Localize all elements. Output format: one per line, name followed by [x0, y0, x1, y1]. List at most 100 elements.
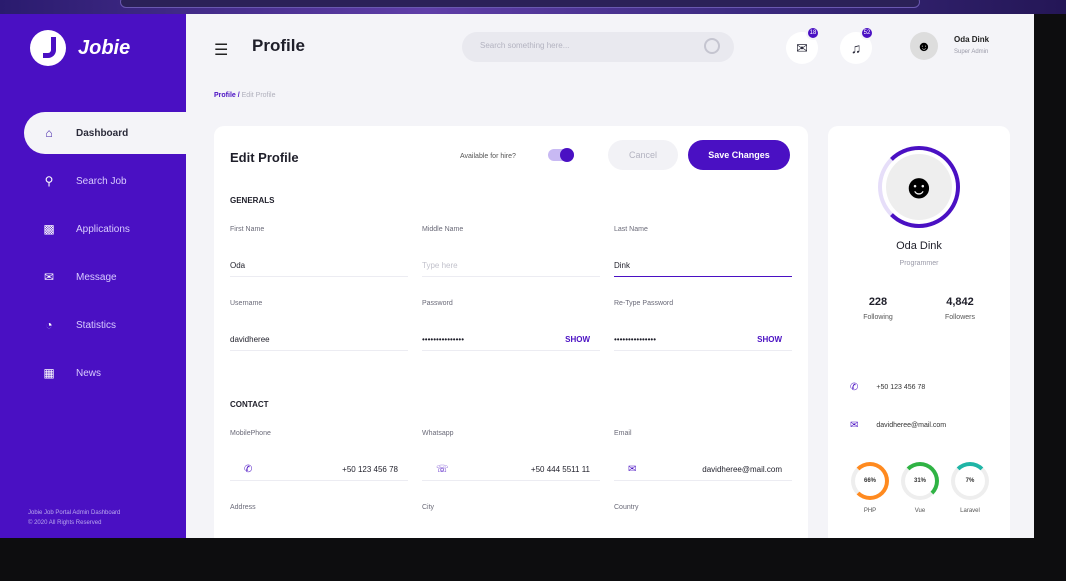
- newspaper-icon: ▦: [43, 366, 55, 380]
- profile-phone: ✆ +50 123 456 78: [850, 382, 925, 393]
- user-name[interactable]: Oda Dink: [954, 35, 989, 44]
- brand[interactable]: Jobie: [30, 30, 130, 66]
- chat-icon: ✉: [43, 270, 55, 284]
- whatsapp-input[interactable]: +50 444 5511 11: [531, 465, 590, 474]
- address-label: Address: [230, 504, 256, 511]
- skill-donut: 66%: [851, 462, 889, 500]
- skill-donut: 31%: [901, 462, 939, 500]
- mobile-input-row[interactable]: ✆ +50 123 456 78: [230, 459, 408, 481]
- skill-laravel: 7% Laravel: [950, 462, 990, 514]
- city-label: City: [422, 504, 435, 511]
- whatsapp-field[interactable]: Whatsapp ☏ +50 444 5511 11: [422, 430, 600, 481]
- profile-phone-value: +50 123 456 78: [876, 384, 926, 391]
- middle-name-field[interactable]: Middle Name Type here: [422, 226, 600, 277]
- sidebar-item-news[interactable]: ▦ News: [24, 352, 186, 394]
- phone-icon: ✆: [850, 382, 859, 393]
- profile-role: Programmer: [899, 260, 939, 267]
- brand-logo-icon: [30, 30, 66, 66]
- search-input[interactable]: Search something here...: [462, 32, 734, 62]
- skill-vue: 31% Vue: [900, 462, 940, 514]
- search-icon[interactable]: [704, 38, 720, 54]
- retype-password-input-row[interactable]: ••••••••••••••• SHOW: [614, 329, 792, 351]
- browser-address-bar[interactable]: [120, 0, 920, 8]
- password-field[interactable]: Password ••••••••••••••• SHOW: [422, 300, 600, 351]
- menu-icon[interactable]: ☰: [214, 40, 228, 60]
- following-count: 228: [868, 296, 888, 308]
- first-name-field[interactable]: First Name Oda: [230, 226, 408, 277]
- sidebar-item-label: Search Job: [76, 175, 127, 187]
- whatsapp-label: Whatsapp: [422, 430, 454, 437]
- sidebar-footer-title: Jobie Job Portal Admin Dashboard: [28, 510, 121, 516]
- email-input-row[interactable]: ✉ davidheree@mail.com: [614, 459, 792, 481]
- sidebar-item-statistics[interactable]: ◔ Statistics: [24, 304, 186, 346]
- last-name-input[interactable]: Dink: [614, 255, 792, 277]
- email-input[interactable]: davidheree@mail.com: [702, 465, 782, 474]
- cancel-button[interactable]: Cancel: [608, 140, 678, 170]
- last-name-field[interactable]: Last Name Dink: [614, 226, 792, 277]
- sidebar-item-applications[interactable]: ▩ Applications: [24, 208, 186, 250]
- mobile-input[interactable]: +50 123 456 78: [342, 465, 398, 474]
- phone-icon: ✆: [244, 464, 253, 475]
- messages-badge: 18: [806, 26, 820, 40]
- profile-email-value: davidheree@mail.com: [876, 422, 947, 429]
- mail-icon: ✉: [628, 464, 637, 475]
- username-label: Username: [230, 300, 263, 307]
- sidebar-item-label: Applications: [76, 223, 130, 235]
- show-retype-password-button[interactable]: SHOW: [757, 335, 782, 344]
- mobile-label: MobilePhone: [230, 430, 271, 437]
- password-label: Password: [422, 300, 453, 307]
- sidebar-item-label: Dashboard: [76, 127, 129, 139]
- breadcrumb: Profile / Edit Profile: [214, 92, 276, 99]
- breadcrumb-current: Edit Profile: [241, 92, 276, 99]
- sidebar-item-message[interactable]: ✉ Message: [24, 256, 186, 298]
- first-name-input[interactable]: Oda: [230, 255, 408, 277]
- card-title: Edit Profile: [230, 150, 299, 165]
- generals-title: GENERALS: [230, 196, 275, 205]
- avatar[interactable]: ☻: [910, 32, 938, 60]
- sidebar-item-dashboard[interactable]: ⌂ Dashboard: [24, 112, 186, 154]
- password-input[interactable]: •••••••••••••••: [422, 335, 464, 344]
- messages-button[interactable]: ✉ 18: [786, 26, 820, 64]
- address-field[interactable]: Address: [230, 504, 408, 511]
- sidebar-nav: ⌂ Dashboard ⚲ Search Job ▩ Applications …: [24, 112, 186, 400]
- show-password-button[interactable]: SHOW: [565, 335, 590, 344]
- username-input[interactable]: davidheree: [230, 329, 408, 351]
- profile-name: Oda Dink: [896, 240, 942, 252]
- hire-toggle[interactable]: [548, 148, 574, 162]
- search-placeholder: Search something here...: [480, 41, 570, 50]
- skill-label: Vue: [914, 508, 926, 514]
- top-header: ☰ Profile Search something here... ✉ 18 …: [186, 14, 1034, 90]
- notifications-button[interactable]: ♫ 52: [840, 26, 874, 64]
- middle-name-input[interactable]: Type here: [422, 255, 600, 277]
- middle-name-label: Middle Name: [422, 226, 464, 233]
- country-field[interactable]: Country: [614, 504, 792, 511]
- save-button[interactable]: Save Changes: [688, 140, 790, 170]
- last-name-label: Last Name: [614, 226, 648, 233]
- city-field[interactable]: City: [422, 504, 600, 511]
- whatsapp-icon: ☏: [436, 464, 449, 475]
- username-field[interactable]: Username davidheree: [230, 300, 408, 351]
- retype-password-label: Re-Type Password: [614, 300, 674, 307]
- country-label: Country: [614, 504, 639, 511]
- user-role: Super Admin: [954, 49, 989, 55]
- profile-photo[interactable]: ☻: [886, 154, 952, 220]
- skill-label: Laravel: [960, 508, 980, 514]
- sidebar-footer: Jobie Job Portal Admin Dashboard © 2020 …: [28, 508, 120, 528]
- search-icon: ⚲: [44, 174, 54, 188]
- followers-count: 4,842: [946, 296, 974, 308]
- profile-email: ✉ davidheree@mail.com: [850, 420, 946, 431]
- following-stat: 228 Following: [838, 296, 918, 321]
- retype-password-field[interactable]: Re-Type Password ••••••••••••••• SHOW: [614, 300, 792, 351]
- sidebar-item-label: Message: [76, 271, 117, 283]
- whatsapp-input-row[interactable]: ☏ +50 444 5511 11: [422, 459, 600, 481]
- breadcrumb-root[interactable]: Profile /: [214, 92, 240, 99]
- sidebar-item-search-job[interactable]: ⚲ Search Job: [24, 160, 186, 202]
- first-name-label: First Name: [230, 226, 265, 233]
- mobile-field[interactable]: MobilePhone ✆ +50 123 456 78: [230, 430, 408, 481]
- sidebar: Jobie ⌂ Dashboard ⚲ Search Job ▩ Applica…: [0, 14, 186, 538]
- retype-password-input[interactable]: •••••••••••••••: [614, 335, 656, 344]
- password-input-row[interactable]: ••••••••••••••• SHOW: [422, 329, 600, 351]
- profile-summary-card: ☻ Oda Dink Programmer 228 Following 4,84…: [828, 126, 1010, 538]
- home-icon: ⌂: [45, 126, 53, 140]
- email-field[interactable]: Email ✉ davidheree@mail.com: [614, 430, 792, 481]
